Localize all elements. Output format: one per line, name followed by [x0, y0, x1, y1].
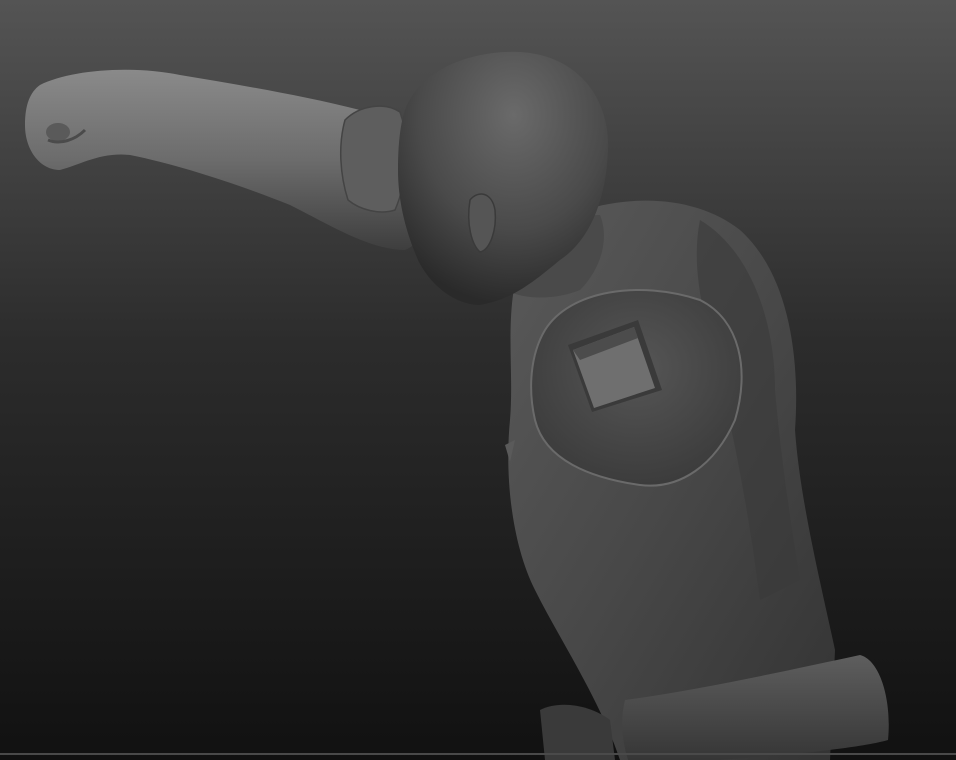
sleeve-cuff [339, 105, 408, 213]
fist-knuckle [46, 123, 70, 141]
sculpt-canvas[interactable] [0, 0, 956, 760]
sculpt-viewport[interactable] [0, 0, 956, 760]
viewport-bottom-edge [0, 753, 956, 755]
